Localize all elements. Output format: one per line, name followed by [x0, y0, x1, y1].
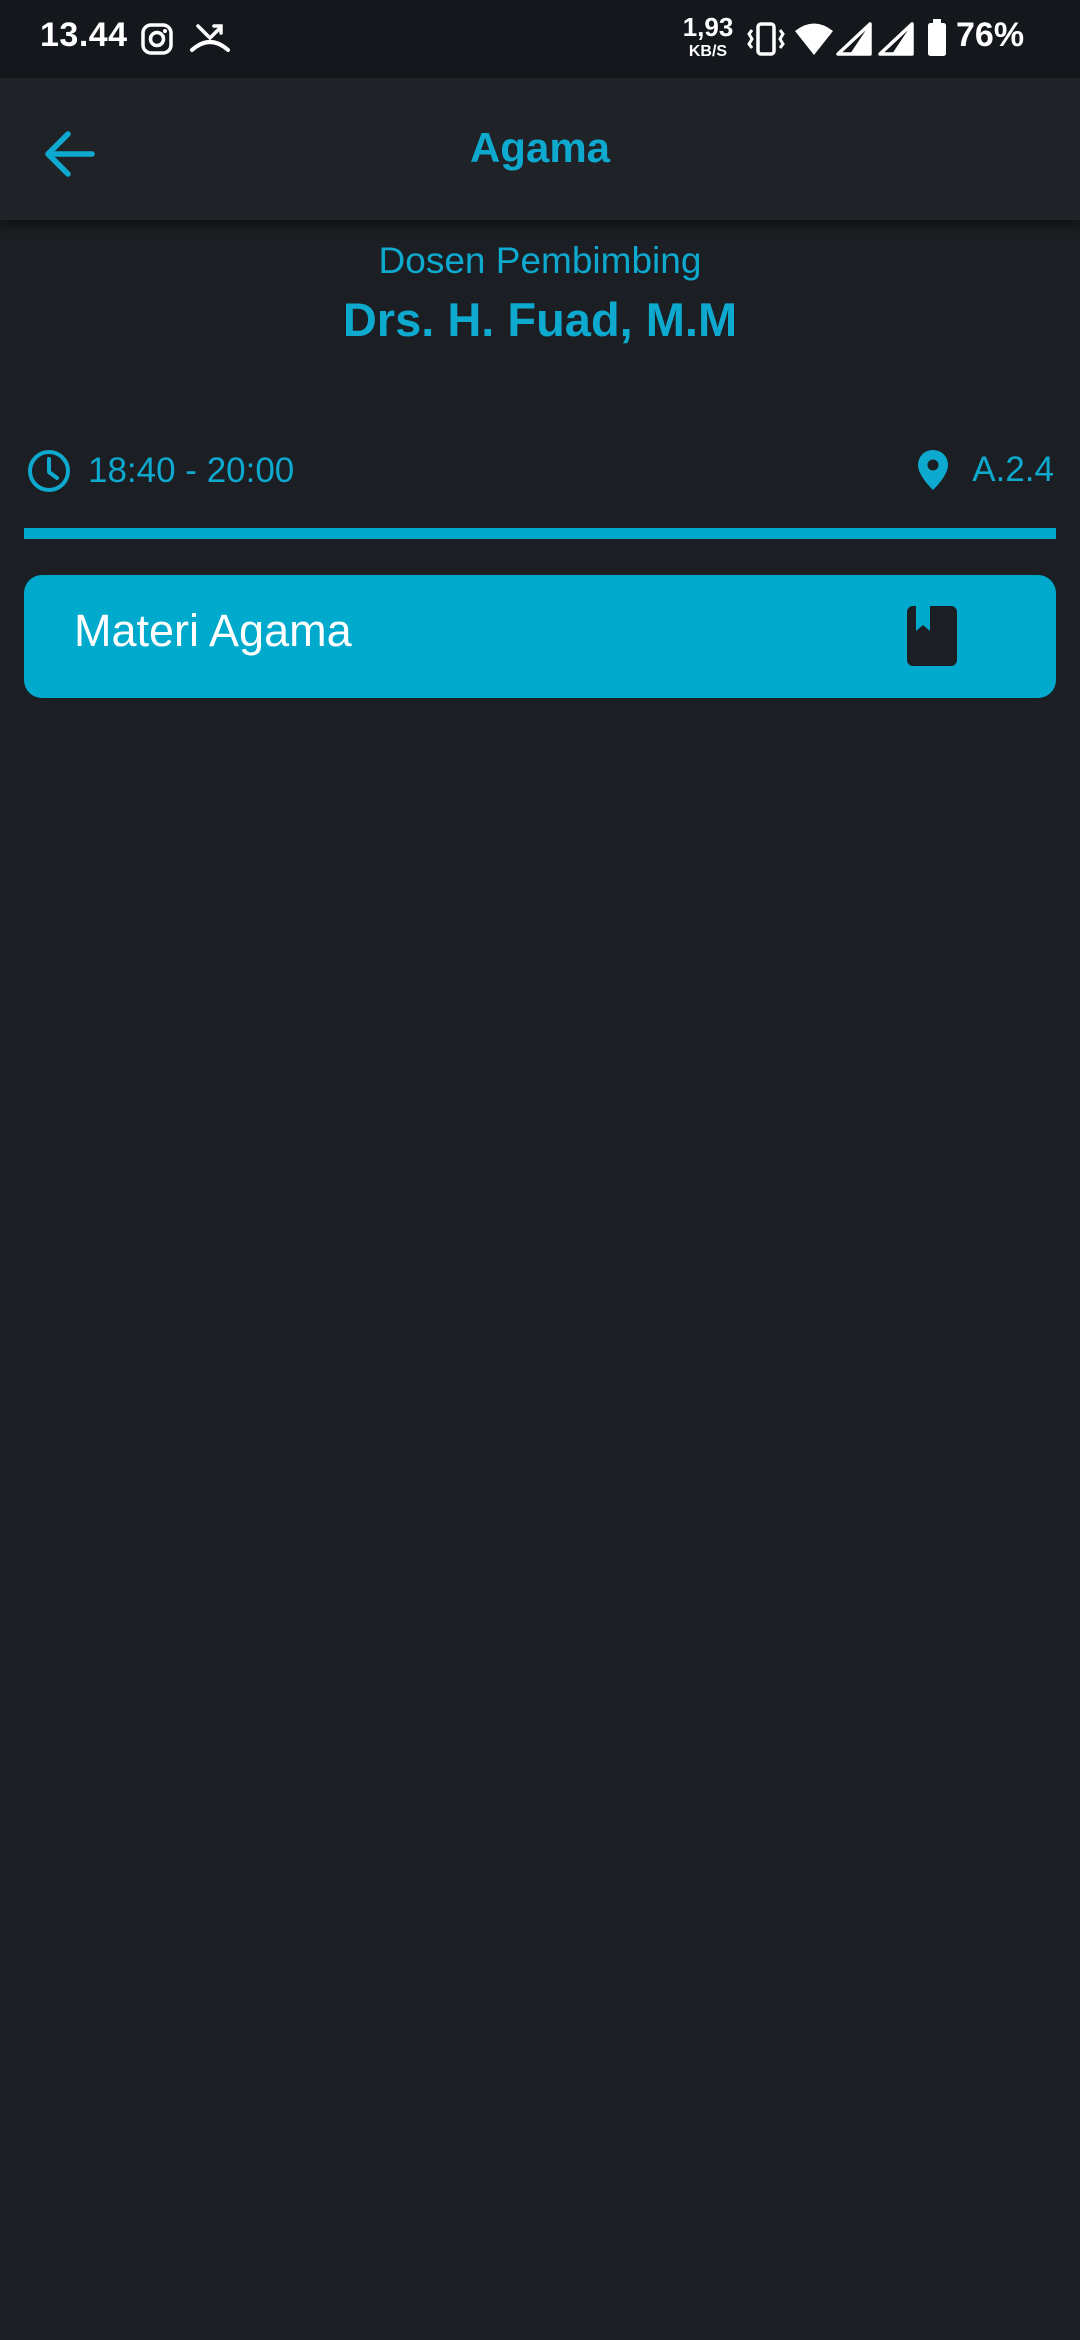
signal-icon — [836, 22, 872, 56]
room-text: A.2.4 — [972, 450, 1054, 489]
material-label: Materi Agama — [74, 605, 352, 656]
divider — [24, 528, 1056, 539]
page-title: Agama — [469, 124, 611, 171]
book-icon — [907, 606, 957, 666]
battery-icon — [928, 19, 946, 56]
network-speed-unit: KB/S — [688, 43, 728, 60]
schedule-time: 18:40 - 20:00 — [26, 448, 294, 494]
app-bar: Agama — [0, 78, 1080, 220]
vibrate-icon — [747, 22, 785, 56]
status-bar: 13.44 1,93 KB/S 76% — [0, 0, 1080, 78]
instagram-icon — [141, 23, 173, 55]
lecturer-name: Drs. H. Fuad, M.M — [342, 293, 738, 346]
lecturer-label: Dosen Pembimbing — [378, 240, 702, 281]
location-pin-icon — [918, 450, 949, 490]
missed-call-icon — [190, 24, 230, 52]
material-card[interactable]: Materi Agama — [24, 575, 1056, 698]
clock-icon — [28, 450, 70, 492]
network-speed-value: 1,93 — [682, 12, 734, 42]
schedule-room: A.2.4 — [916, 448, 1054, 492]
battery-percent: 76% — [956, 16, 1025, 54]
wifi-icon — [795, 23, 833, 55]
time-text: 18:40 - 20:00 — [88, 451, 295, 490]
status-time: 13.44 — [40, 16, 128, 54]
signal-icon — [878, 22, 914, 56]
screen: 13.44 1,93 KB/S 76% Agama Dosen Pembimbi… — [0, 0, 1080, 2340]
network-speed: 1,93 KB/S — [680, 14, 736, 60]
